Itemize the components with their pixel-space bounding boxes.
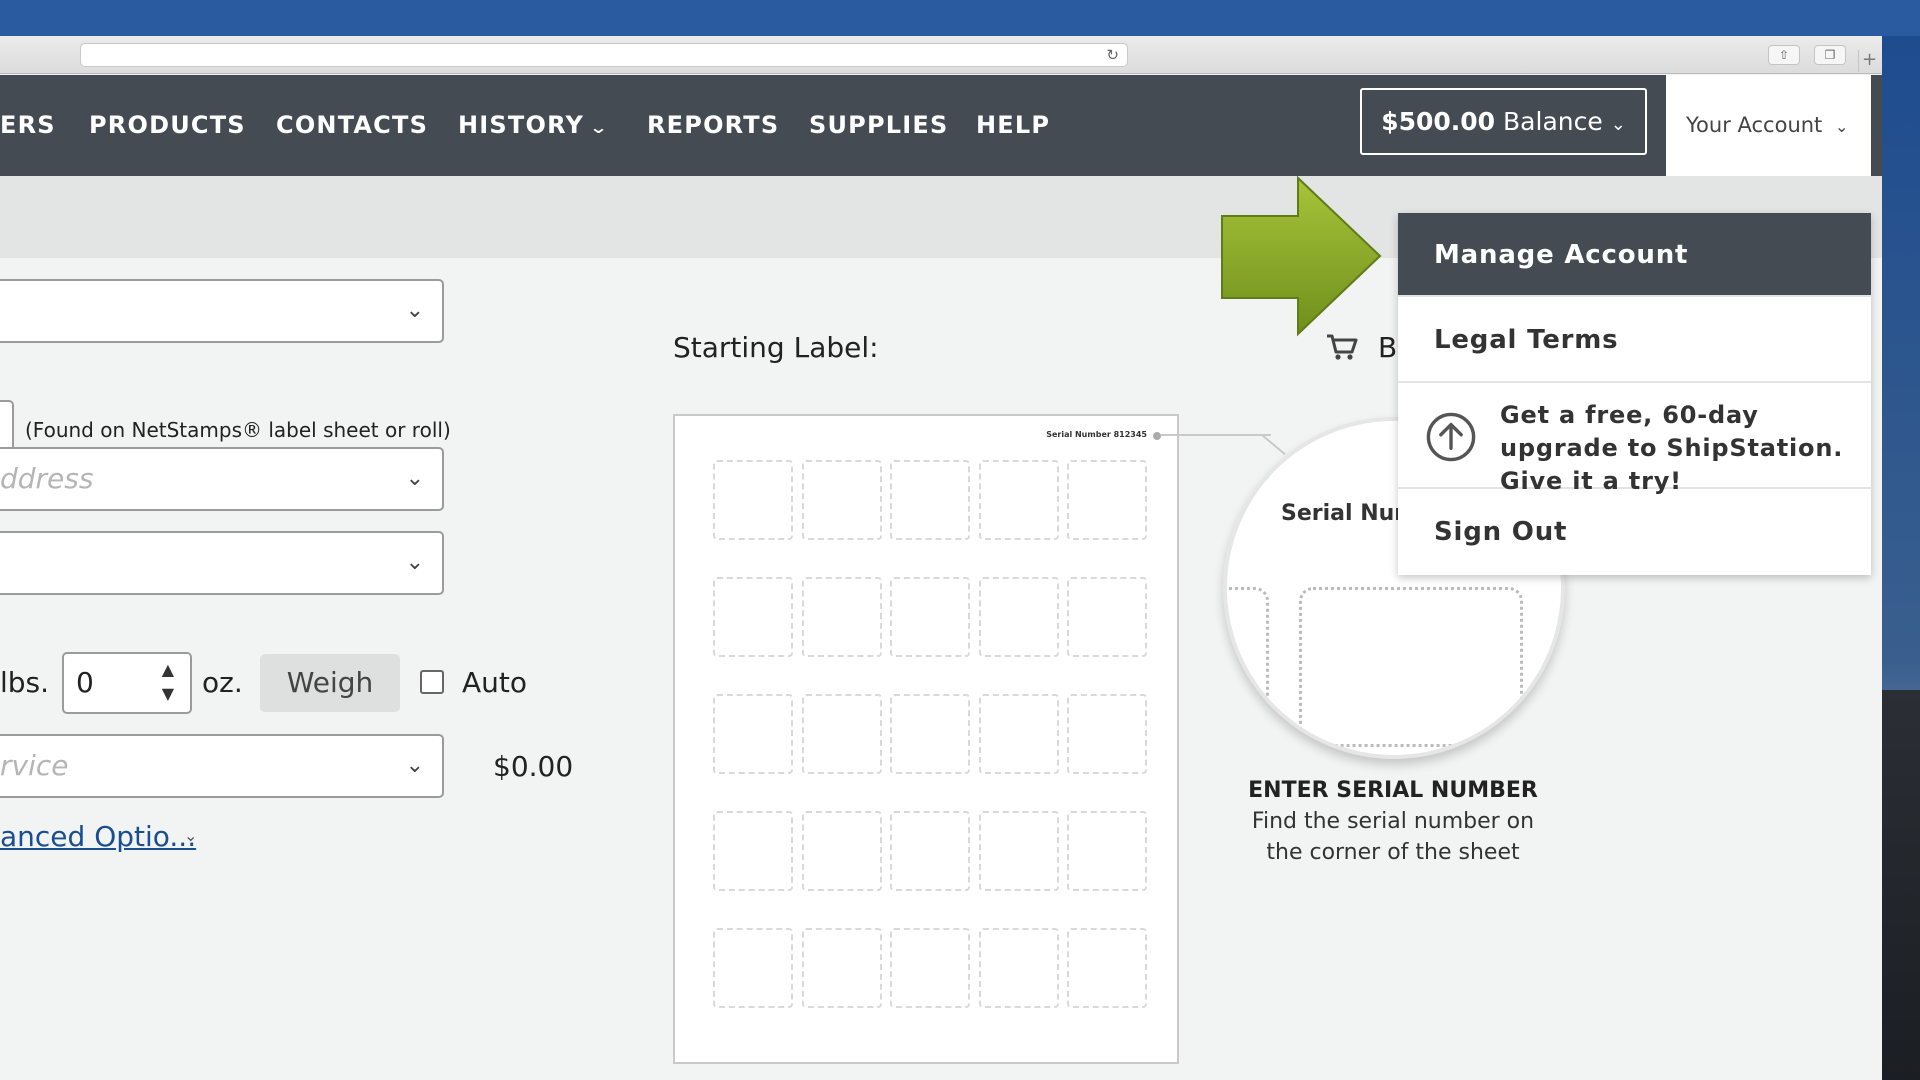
nav-item-supplies[interactable]: SUPPLIES xyxy=(809,75,948,176)
main-navbar: ERS PRODUCTS CONTACTS HISTORY ⌄ REPORTS S… xyxy=(0,75,1882,176)
stamp-slot[interactable] xyxy=(978,928,1059,1008)
serial-marker xyxy=(1153,432,1161,440)
browser-window: ↻ ⇧ ❐ + ERS PRODUCTS CONTACTS HISTORY ⌄ R… xyxy=(0,36,1882,1080)
stamp-slot[interactable] xyxy=(890,577,970,657)
share-icon[interactable]: ⇧ xyxy=(1768,45,1800,65)
from-address-select[interactable]: ddress ⌄ xyxy=(0,447,444,511)
stamp-slot[interactable] xyxy=(1067,577,1147,657)
service-price: $0.00 xyxy=(493,750,574,783)
stamp-slot[interactable] xyxy=(1067,811,1147,891)
balance-button[interactable]: $500.00 Balance ⌄ xyxy=(1360,88,1647,155)
desktop-wallpaper-building xyxy=(1880,690,1920,1080)
stepper-arrows-icon[interactable]: ▲ ▼ xyxy=(162,658,174,706)
upgrade-arrow-icon xyxy=(1426,412,1476,462)
stamp-slot[interactable] xyxy=(890,811,970,891)
stamp-slot[interactable] xyxy=(713,928,793,1008)
stamp-slot[interactable] xyxy=(890,694,970,774)
stamp-slot[interactable] xyxy=(713,460,793,540)
service-select[interactable]: rvice ⌄ xyxy=(0,734,444,798)
nav-item-orders[interactable]: ERS xyxy=(0,75,56,176)
sheet-serial-text: Serial Number 812345 xyxy=(1046,430,1147,439)
stamp-slot[interactable] xyxy=(801,928,882,1008)
weigh-button[interactable]: Weigh xyxy=(260,654,400,712)
nav-item-help[interactable]: HELP xyxy=(976,75,1050,176)
auto-label: Auto xyxy=(462,666,528,699)
chevron-down-icon[interactable]: ⌄ xyxy=(184,826,197,845)
find-serial-help: Find the serial number on the corner of … xyxy=(1251,809,1535,865)
stamp-slot[interactable] xyxy=(890,460,970,540)
menu-item-legal-terms[interactable]: Legal Terms xyxy=(1398,297,1871,383)
advanced-options-link[interactable]: anced Optio... xyxy=(0,820,196,853)
callout-line xyxy=(1161,434,1271,436)
package-select[interactable]: ⌄ xyxy=(0,531,444,595)
new-tab-icon[interactable]: + xyxy=(1858,50,1880,72)
nav-item-reports[interactable]: REPORTS xyxy=(647,75,779,176)
stamp-slot[interactable] xyxy=(978,577,1059,657)
stamp-slot[interactable] xyxy=(801,811,882,891)
tabs-icon[interactable]: ❐ xyxy=(1814,45,1846,65)
stamp-slot[interactable] xyxy=(1067,460,1147,540)
stamp-slot[interactable] xyxy=(890,928,970,1008)
magnified-stamp xyxy=(1299,587,1523,747)
auto-checkbox[interactable] xyxy=(420,670,444,694)
magnified-stamp xyxy=(1227,587,1269,747)
stamp-slot[interactable] xyxy=(801,694,882,774)
nav-item-contacts[interactable]: CONTACTS xyxy=(276,75,428,176)
stamp-slot[interactable] xyxy=(1067,694,1147,774)
chevron-down-icon: ⌄ xyxy=(405,298,424,323)
enter-serial-heading: ENTER SERIAL NUMBER xyxy=(1248,778,1538,803)
stamp-slot[interactable] xyxy=(801,460,882,540)
menu-item-sign-out[interactable]: Sign Out xyxy=(1398,489,1871,575)
oz-label: oz. xyxy=(202,666,243,699)
stamp-slot[interactable] xyxy=(713,811,793,891)
balance-label: Balance xyxy=(1503,107,1603,136)
lbs-label: lbs. xyxy=(0,666,50,699)
nav-item-history[interactable]: HISTORY ⌄ xyxy=(458,75,610,176)
chevron-down-icon: ⌄ xyxy=(405,550,424,575)
stamp-slot[interactable] xyxy=(801,577,882,657)
label-sheet-preview: Serial Number 812345 xyxy=(673,414,1179,1064)
menu-item-manage-account[interactable]: Manage Account xyxy=(1398,213,1871,297)
chevron-down-icon: ⌄ xyxy=(589,118,610,137)
your-account-button[interactable]: Your Account ⌄ xyxy=(1666,75,1871,176)
account-dropdown-menu: Manage Account Legal Terms Get a free, 6… xyxy=(1398,213,1871,575)
address-bar[interactable]: ↻ xyxy=(80,43,1128,67)
starting-label-heading: Starting Label: xyxy=(673,331,879,364)
browser-toolbar: ↻ ⇧ ❐ + xyxy=(0,36,1882,74)
upgrade-text: Get a free, 60-day upgrade to ShipStatio… xyxy=(1500,401,1844,495)
stamp-slot[interactable] xyxy=(1067,928,1147,1008)
stamp-slot[interactable] xyxy=(978,460,1059,540)
stamp-slot[interactable] xyxy=(713,694,793,774)
oz-value: 0 xyxy=(76,666,94,699)
chevron-down-icon: ⌄ xyxy=(1610,114,1626,135)
chevron-down-icon: ⌄ xyxy=(1834,117,1849,136)
oz-stepper[interactable]: 0 ▲ ▼ xyxy=(62,652,192,714)
serial-hint-text: (Found on NetStamps® label sheet or roll… xyxy=(25,418,451,442)
balance-amount: $500.00 xyxy=(1381,107,1496,136)
callout-line xyxy=(1261,434,1286,456)
pointer-arrow-icon xyxy=(1221,175,1382,337)
nav-item-products[interactable]: PRODUCTS xyxy=(89,75,246,176)
chevron-down-icon: ⌄ xyxy=(405,466,424,491)
stamp-slot[interactable] xyxy=(713,577,793,657)
label-type-select[interactable]: ⌄ xyxy=(0,279,444,343)
menu-item-shipstation-upgrade[interactable]: Get a free, 60-day upgrade to ShipStatio… xyxy=(1398,383,1871,495)
stamp-slot[interactable] xyxy=(978,811,1059,891)
chevron-down-icon: ⌄ xyxy=(405,753,424,778)
stamp-slot[interactable] xyxy=(978,694,1059,774)
reload-icon[interactable]: ↻ xyxy=(1106,46,1119,64)
